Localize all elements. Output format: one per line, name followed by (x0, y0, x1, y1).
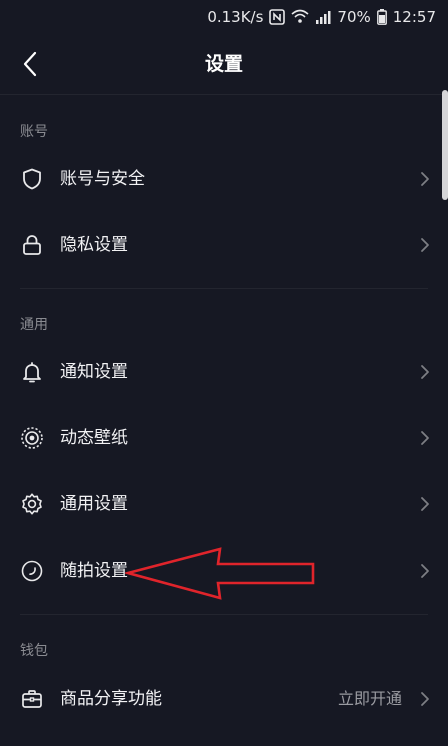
wifi-icon (291, 9, 309, 25)
settings-item-live-wallpaper[interactable]: 动态壁纸 (0, 405, 448, 471)
clock: 12:57 (392, 8, 436, 26)
settings-item-label: 账号与安全 (60, 169, 145, 189)
section-title-general: 通用 (20, 317, 48, 333)
settings-item-label: 商品分享功能 (60, 689, 162, 709)
section-divider (20, 614, 428, 615)
settings-item-label: 通知设置 (60, 362, 128, 382)
settings-item-label: 随拍设置 (60, 561, 128, 581)
chevron-right-icon (421, 431, 429, 445)
settings-item-label: 隐私设置 (60, 235, 128, 255)
settings-item-privacy[interactable]: 隐私设置 (0, 212, 448, 278)
quick-shot-icon (20, 559, 44, 583)
settings-item-label: 通用设置 (60, 494, 128, 514)
network-speed: 0.13K/s (207, 8, 264, 26)
chevron-right-icon (421, 365, 429, 379)
settings-item-notifications[interactable]: 通知设置 (0, 339, 448, 405)
signal-icon (315, 9, 331, 25)
battery-icon (376, 9, 387, 25)
chevron-right-icon (421, 692, 429, 706)
battery-level: 70% (337, 8, 371, 26)
lock-icon (20, 233, 44, 257)
live-wallpaper-icon (20, 426, 44, 450)
page-title: 设置 (204, 53, 243, 75)
briefcase-icon (20, 687, 44, 711)
bell-icon (20, 360, 44, 384)
section-divider (20, 288, 428, 289)
chevron-right-icon (421, 564, 429, 578)
section-title-wallet: 钱包 (20, 643, 48, 659)
shield-icon (20, 167, 44, 191)
annotation-arrow (125, 547, 315, 600)
status-bar: 0.13K/s 70% 12:57 (0, 0, 448, 34)
settings-item-product-sharing[interactable]: 商品分享功能 立即开通 (0, 666, 448, 732)
chevron-right-icon (421, 172, 429, 186)
nfc-icon (269, 9, 286, 25)
section-title-account: 账号 (20, 124, 48, 140)
top-nav-bar: 设置 (0, 34, 448, 95)
gear-icon (20, 492, 44, 516)
settings-item-account-security[interactable]: 账号与安全 (0, 146, 448, 212)
activate-now-link[interactable]: 立即开通 (338, 666, 402, 732)
chevron-right-icon (421, 238, 429, 252)
settings-item-general[interactable]: 通用设置 (0, 471, 448, 537)
settings-item-label: 动态壁纸 (60, 428, 128, 448)
chevron-right-icon (421, 497, 429, 511)
